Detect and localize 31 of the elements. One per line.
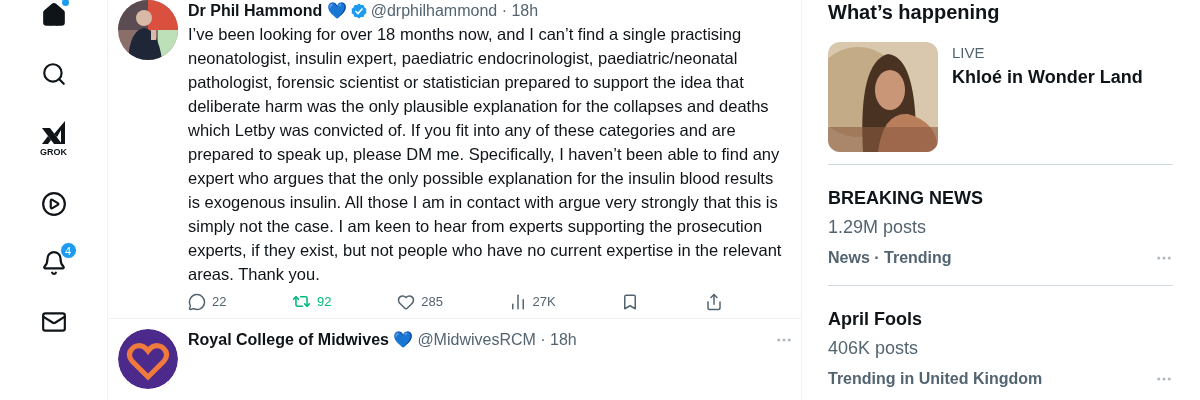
share-icon[interactable] <box>705 292 723 311</box>
repost-count: 92 <box>317 293 332 311</box>
like-count: 285 <box>421 293 443 311</box>
mail-icon[interactable] <box>40 309 67 335</box>
trend-context: News · Trending <box>828 248 952 268</box>
tweet-text: I’ve been looking for over 18 months now, and I can’t find a single practising neonatologist, insulin expert, paediatric endocrinologist, paediatric/neonatal pathologist, forensic scientist or statistician prepared to support the idea that deliberate harm was the only plausible explanation for the collapses and deaths which Letby was convicted of. If you fit into any of these categories and are prepared to speak up, please DM me. Specifically, I haven’t been able to find any expert who argues that the only possible explanation for the insulin blood results is exogenous insulin. All those I am in contact with argue very strongly that this is simply not the case. I am keen to hear from experts supporting the prosecution experts, if they exist, but not people who have no current expertise in the relevant areas. Thank you. <box>188 24 783 285</box>
handle-and-time: @MidwivesRCM · 18h <box>417 329 577 350</box>
trend-title[interactable]: BREAKING NEWS <box>828 185 1173 211</box>
post-count: 1.29M posts <box>828 216 928 239</box>
notification-badge: 4 <box>59 242 77 259</box>
play-icon[interactable] <box>40 191 67 217</box>
grok-logo-icon[interactable] <box>39 120 68 144</box>
reply-icon[interactable] <box>188 292 206 311</box>
section-title: What’s happening <box>828 0 1001 24</box>
author-name[interactable]: Dr Phil Hammond 💙 <box>188 0 347 22</box>
search-icon[interactable] <box>40 61 67 87</box>
handle-and-time: @drphilhammond · 18h <box>370 1 539 21</box>
trend-title[interactable]: April Fools <box>828 306 1173 332</box>
like-icon[interactable] <box>397 292 416 311</box>
notifications-icon[interactable] <box>40 250 67 276</box>
reply-count: 22 <box>212 293 227 311</box>
grok-label: GROK <box>40 146 67 158</box>
verified-badge-icon <box>350 3 367 19</box>
author-name[interactable]: Royal College of Midwives 💙 <box>188 328 414 351</box>
home-icon[interactable] <box>40 2 67 28</box>
post-count: 406K posts <box>828 337 920 360</box>
heart-logo-icon <box>118 328 178 389</box>
trend-title[interactable]: Khloé in Wonder Land <box>952 63 1143 91</box>
trend-context: Trending in United Kingdom <box>828 369 1043 389</box>
live-label: LIVE <box>952 43 986 63</box>
view-count: 27K <box>532 293 556 311</box>
